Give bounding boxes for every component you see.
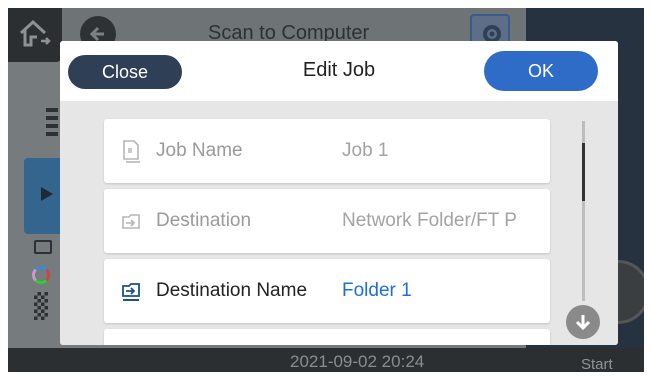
- setting-value: Network Folder/FT P: [342, 210, 517, 231]
- setting-row-destination-name[interactable]: Destination Name Folder 1: [104, 259, 550, 323]
- folder-icon: [34, 240, 52, 254]
- setting-label: Destination: [156, 210, 252, 231]
- list-icon: [46, 108, 58, 136]
- home-icon: [19, 19, 51, 47]
- destination-name-icon: [122, 283, 140, 301]
- dialog-header: Close Edit Job OK: [60, 41, 618, 101]
- setting-row-next[interactable]: [104, 329, 550, 345]
- edit-job-dialog: Close Edit Job OK Job Name Job 1 Destina…: [60, 41, 618, 345]
- home-button[interactable]: [8, 8, 62, 62]
- datetime-text: 2021-09-02 20:24: [290, 352, 425, 371]
- setting-row-destination[interactable]: Destination Network Folder/FT P: [104, 189, 550, 253]
- ok-button[interactable]: OK: [484, 51, 598, 91]
- setting-row-job-name[interactable]: Job Name Job 1: [104, 119, 550, 183]
- setting-label: Job Name: [156, 140, 243, 161]
- scroll-down-button[interactable]: [566, 305, 600, 339]
- scrollbar-thumb[interactable]: [582, 143, 585, 201]
- color-mode-icon: [32, 266, 50, 284]
- resolution-icon: [34, 292, 48, 320]
- arrow-down-icon: [575, 315, 591, 331]
- dialog-body: Job Name Job 1 Destination Network Folde…: [60, 101, 618, 345]
- setting-value: Job 1: [342, 140, 389, 161]
- job-name-icon: [123, 140, 140, 163]
- play-icon: [41, 187, 53, 201]
- setting-label: Destination Name: [156, 280, 308, 301]
- destination-icon: [122, 214, 140, 229]
- start-label: Start: [581, 356, 613, 372]
- setting-value: Folder 1: [342, 280, 412, 301]
